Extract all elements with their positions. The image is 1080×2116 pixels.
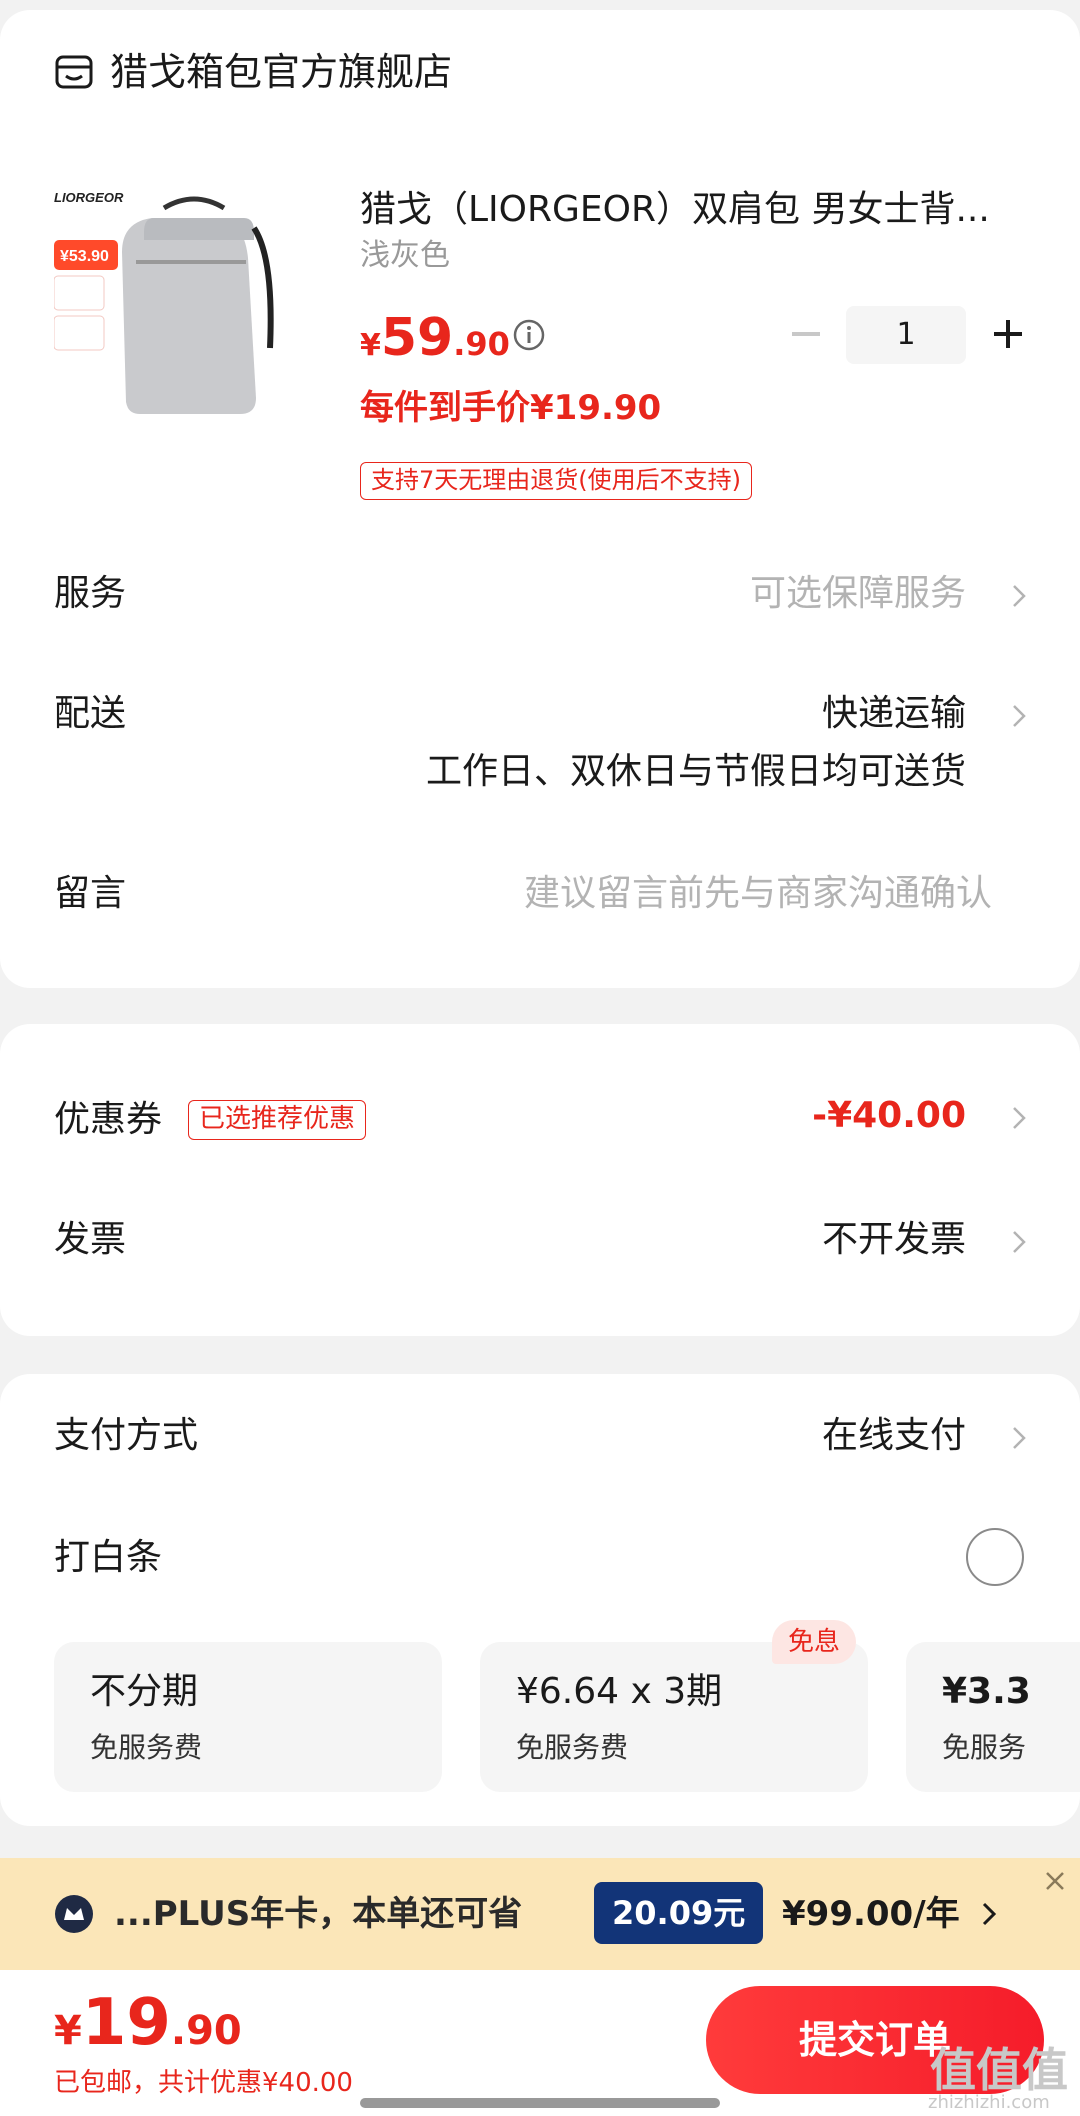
thumb-badge: ¥53.90 bbox=[60, 248, 109, 265]
baitiao-label: 打白条 bbox=[54, 1537, 163, 1578]
unit-price: 每件到手价¥19.90 bbox=[360, 388, 662, 428]
delivery-value[interactable]: 快递运输 bbox=[822, 690, 966, 738]
store-name[interactable]: 猎戈箱包官方旗舰店 bbox=[110, 48, 452, 96]
price-integer: 59 bbox=[380, 308, 454, 368]
price-decimal: .90 bbox=[453, 325, 510, 363]
coupon-label: 优惠券 bbox=[54, 1099, 163, 1140]
plus-save-badge: 20.09元 bbox=[594, 1882, 764, 1944]
installment-sub: 免服务 bbox=[942, 1731, 1027, 1764]
coupon-value[interactable]: -¥40.00 bbox=[812, 1092, 966, 1140]
installment-sub: 免服务费 bbox=[90, 1731, 203, 1764]
baitiao-radio[interactable] bbox=[966, 1528, 1024, 1586]
info-icon[interactable] bbox=[512, 318, 546, 352]
invoice-label: 发票 bbox=[54, 1219, 127, 1260]
chevron-right-icon[interactable] bbox=[1008, 1226, 1030, 1258]
installment-option[interactable]: 不分期 免服务费 bbox=[54, 1642, 442, 1792]
store-icon bbox=[55, 55, 93, 89]
thumb-brand: LIORGEOR bbox=[54, 190, 124, 205]
chevron-right-icon[interactable] bbox=[978, 1898, 1000, 1930]
payment-label: 支付方式 bbox=[54, 1415, 199, 1456]
price-currency: ¥ bbox=[360, 328, 381, 363]
installment-sub: 免服务费 bbox=[516, 1731, 629, 1764]
coupon-tag: 已选推荐优惠 bbox=[188, 1100, 367, 1140]
backpack-image: LIORGEOR ¥53.90 bbox=[53, 190, 274, 414]
shipping-summary: 已包邮，共计优惠¥40.00 bbox=[54, 2068, 353, 2098]
close-icon[interactable] bbox=[1042, 1868, 1068, 1894]
chevron-right-icon[interactable] bbox=[1008, 700, 1030, 732]
plus-text: ...PLUS年卡，本单还可省 bbox=[114, 1894, 523, 1934]
home-indicator[interactable] bbox=[360, 2098, 720, 2108]
delivery-label: 配送 bbox=[54, 693, 127, 734]
service-label: 服务 bbox=[54, 573, 127, 614]
product-thumbnail[interactable]: LIORGEOR ¥53.90 bbox=[53, 178, 310, 434]
plus-icon[interactable] bbox=[988, 314, 1028, 354]
product-title[interactable]: 猎戈（LIORGEOR）双肩包 男女士背... bbox=[360, 186, 1020, 234]
order-card-discount bbox=[0, 1024, 1080, 1336]
interest-free-tag: 免息 bbox=[772, 1620, 857, 1664]
watermark: 值值值 bbox=[930, 2043, 1068, 2097]
watermark-url: zhizhizhi.com bbox=[928, 2092, 1050, 2113]
message-input[interactable]: 建议留言前先与商家沟通确认 bbox=[524, 870, 992, 918]
chevron-right-icon[interactable] bbox=[1008, 580, 1030, 612]
installment-title: 不分期 bbox=[90, 1671, 199, 1712]
product-price: ¥59.90 bbox=[360, 308, 510, 368]
delivery-note: 工作日、双休日与节假日均可送货 bbox=[425, 751, 966, 792]
installment-option[interactable]: ¥6.64 x 3期 免服务费 bbox=[480, 1642, 868, 1792]
chevron-right-icon[interactable] bbox=[1008, 1102, 1030, 1134]
chevron-right-icon[interactable] bbox=[1008, 1422, 1030, 1454]
installment-option[interactable]: ¥3.3 免服务 bbox=[906, 1642, 1080, 1792]
installment-title: ¥3.3 bbox=[942, 1671, 1031, 1712]
plus-logo-icon bbox=[55, 1895, 93, 1933]
message-label: 留言 bbox=[54, 873, 127, 914]
total-decimal: .90 bbox=[170, 2008, 242, 2054]
installment-title: ¥6.64 x 3期 bbox=[516, 1671, 723, 1712]
product-spec[interactable]: 浅灰色 bbox=[360, 236, 450, 276]
total-integer: 19 bbox=[81, 1986, 171, 2060]
plus-price: ¥99.00/年 bbox=[782, 1894, 960, 1934]
service-value[interactable]: 可选保障服务 bbox=[750, 570, 966, 618]
quantity-input[interactable]: 1 bbox=[846, 306, 966, 364]
total-currency: ¥ bbox=[54, 2008, 82, 2054]
return-policy-tag: 支持7天无理由退货(使用后不支持) bbox=[360, 462, 752, 500]
payment-value[interactable]: 在线支付 bbox=[822, 1412, 966, 1460]
total-price: ¥19.90 bbox=[54, 1986, 242, 2060]
invoice-value[interactable]: 不开发票 bbox=[822, 1216, 966, 1264]
minus-icon[interactable] bbox=[786, 314, 826, 354]
